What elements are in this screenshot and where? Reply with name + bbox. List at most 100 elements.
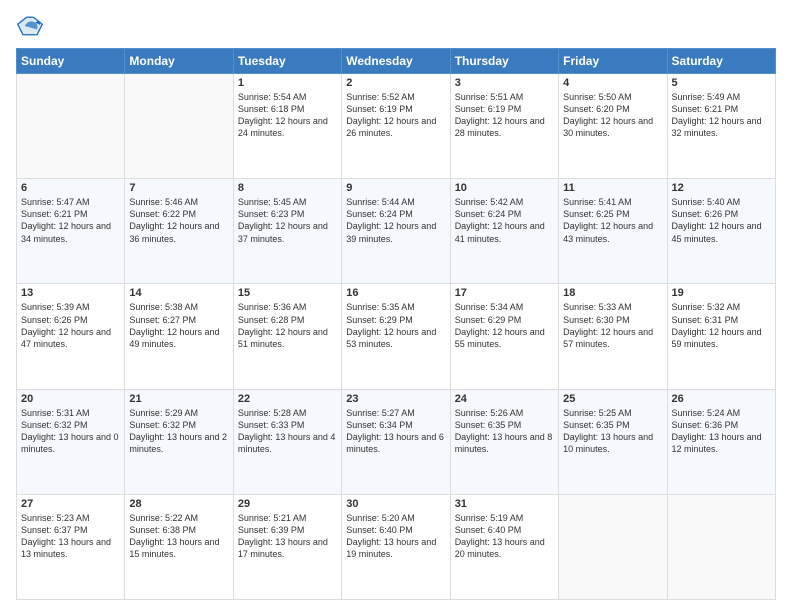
day-number: 30 — [346, 498, 445, 510]
day-info: Sunrise: 5:20 AM Sunset: 6:40 PM Dayligh… — [346, 512, 445, 561]
table-row: 26 Sunrise: 5:24 AM Sunset: 6:36 PM Dayli… — [667, 389, 775, 494]
table-row: 4 Sunrise: 5:50 AM Sunset: 6:20 PM Daylig… — [559, 74, 667, 179]
day-info: Sunrise: 5:40 AM Sunset: 6:26 PM Dayligh… — [672, 196, 771, 245]
day-number: 12 — [672, 182, 771, 194]
col-sunday: Sunday — [17, 49, 125, 74]
table-row: 21 Sunrise: 5:29 AM Sunset: 6:32 PM Dayli… — [125, 389, 233, 494]
table-row: 5 Sunrise: 5:49 AM Sunset: 6:21 PM Daylig… — [667, 74, 775, 179]
col-wednesday: Wednesday — [342, 49, 450, 74]
table-row — [125, 74, 233, 179]
logo-icon — [16, 12, 44, 40]
table-row: 27Sunrise: 5:23 AM Sunset: 6:37 PM Dayli… — [17, 494, 125, 599]
table-row: 16 Sunrise: 5:35 AM Sunset: 6:29 PM Dayli… — [342, 284, 450, 389]
day-info: Sunrise: 5:21 AM Sunset: 6:39 PM Dayligh… — [238, 512, 337, 561]
table-row — [667, 494, 775, 599]
day-info: Sunrise: 5:24 AM Sunset: 6:36 PM Dayligh… — [672, 407, 771, 456]
day-info: Sunrise: 5:28 AM Sunset: 6:33 PM Dayligh… — [238, 407, 337, 456]
day-number: 10 — [455, 182, 554, 194]
day-number: 11 — [563, 182, 662, 194]
table-row: 25 Sunrise: 5:25 AM Sunset: 6:35 PM Dayli… — [559, 389, 667, 494]
col-friday: Friday — [559, 49, 667, 74]
table-row: 14 Sunrise: 5:38 AM Sunset: 6:27 PM Dayli… — [125, 284, 233, 389]
day-number: 1 — [238, 77, 337, 89]
day-info: Sunrise: 5:27 AM Sunset: 6:34 PM Dayligh… — [346, 407, 445, 456]
day-info: Sunrise: 5:49 AM Sunset: 6:21 PM Dayligh… — [672, 91, 771, 140]
day-number: 29 — [238, 498, 337, 510]
day-number: 13 — [21, 287, 120, 299]
logo — [16, 12, 48, 40]
col-monday: Monday — [125, 49, 233, 74]
table-row: 10 Sunrise: 5:42 AM Sunset: 6:24 PM Dayli… — [450, 179, 558, 284]
day-number: 26 — [672, 393, 771, 405]
day-info: Sunrise: 5:19 AM Sunset: 6:40 PM Dayligh… — [455, 512, 554, 561]
table-row — [559, 494, 667, 599]
day-number: 25 — [563, 393, 662, 405]
table-row: 1 Sunrise: 5:54 AM Sunset: 6:18 PM Daylig… — [233, 74, 341, 179]
day-number: 15 — [238, 287, 337, 299]
day-number: 2 — [346, 77, 445, 89]
table-row: 24 Sunrise: 5:26 AM Sunset: 6:35 PM Dayli… — [450, 389, 558, 494]
day-number: 24 — [455, 393, 554, 405]
day-number: 27 — [21, 498, 120, 510]
calendar-week-row: 13 Sunrise: 5:39 AM Sunset: 6:26 PM Dayli… — [17, 284, 776, 389]
day-info: Sunrise: 5:25 AM Sunset: 6:35 PM Dayligh… — [563, 407, 662, 456]
header — [16, 12, 776, 40]
table-row: 22 Sunrise: 5:28 AM Sunset: 6:33 PM Dayli… — [233, 389, 341, 494]
table-row: 20Sunrise: 5:31 AM Sunset: 6:32 PM Dayli… — [17, 389, 125, 494]
day-number: 19 — [672, 287, 771, 299]
table-row: 31 Sunrise: 5:19 AM Sunset: 6:40 PM Dayli… — [450, 494, 558, 599]
day-info: Sunrise: 5:22 AM Sunset: 6:38 PM Dayligh… — [129, 512, 228, 561]
table-row: 8Sunrise: 5:45 AM Sunset: 6:23 PM Daylig… — [233, 179, 341, 284]
day-info: Sunrise: 5:35 AM Sunset: 6:29 PM Dayligh… — [346, 301, 445, 350]
day-number: 5 — [672, 77, 771, 89]
col-tuesday: Tuesday — [233, 49, 341, 74]
day-info: Sunrise: 5:46 AM Sunset: 6:22 PM Dayligh… — [129, 196, 228, 245]
col-saturday: Saturday — [667, 49, 775, 74]
calendar-week-row: 6Sunrise: 5:47 AM Sunset: 6:21 PM Daylig… — [17, 179, 776, 284]
table-row: 2 Sunrise: 5:52 AM Sunset: 6:19 PM Daylig… — [342, 74, 450, 179]
day-info: Sunrise: 5:54 AM Sunset: 6:18 PM Dayligh… — [238, 91, 337, 140]
day-number: 6 — [21, 182, 120, 194]
table-row: 30 Sunrise: 5:20 AM Sunset: 6:40 PM Dayli… — [342, 494, 450, 599]
calendar-week-row: 27Sunrise: 5:23 AM Sunset: 6:37 PM Dayli… — [17, 494, 776, 599]
col-thursday: Thursday — [450, 49, 558, 74]
table-row: 7 Sunrise: 5:46 AM Sunset: 6:22 PM Daylig… — [125, 179, 233, 284]
day-info: Sunrise: 5:52 AM Sunset: 6:19 PM Dayligh… — [346, 91, 445, 140]
table-row: 6Sunrise: 5:47 AM Sunset: 6:21 PM Daylig… — [17, 179, 125, 284]
day-info: Sunrise: 5:39 AM Sunset: 6:26 PM Dayligh… — [21, 301, 120, 350]
day-info: Sunrise: 5:33 AM Sunset: 6:30 PM Dayligh… — [563, 301, 662, 350]
day-number: 7 — [129, 182, 228, 194]
day-number: 18 — [563, 287, 662, 299]
table-row: 3Sunrise: 5:51 AM Sunset: 6:19 PM Daylig… — [450, 74, 558, 179]
table-row: 11 Sunrise: 5:41 AM Sunset: 6:25 PM Dayli… — [559, 179, 667, 284]
day-number: 22 — [238, 393, 337, 405]
day-number: 17 — [455, 287, 554, 299]
day-number: 4 — [563, 77, 662, 89]
day-info: Sunrise: 5:38 AM Sunset: 6:27 PM Dayligh… — [129, 301, 228, 350]
day-info: Sunrise: 5:44 AM Sunset: 6:24 PM Dayligh… — [346, 196, 445, 245]
day-info: Sunrise: 5:32 AM Sunset: 6:31 PM Dayligh… — [672, 301, 771, 350]
day-number: 3 — [455, 77, 554, 89]
day-info: Sunrise: 5:36 AM Sunset: 6:28 PM Dayligh… — [238, 301, 337, 350]
calendar-header-row: Sunday Monday Tuesday Wednesday Thursday… — [17, 49, 776, 74]
day-number: 8 — [238, 182, 337, 194]
day-info: Sunrise: 5:42 AM Sunset: 6:24 PM Dayligh… — [455, 196, 554, 245]
day-number: 28 — [129, 498, 228, 510]
table-row: 19 Sunrise: 5:32 AM Sunset: 6:31 PM Dayli… — [667, 284, 775, 389]
calendar-week-row: 20Sunrise: 5:31 AM Sunset: 6:32 PM Dayli… — [17, 389, 776, 494]
day-info: Sunrise: 5:41 AM Sunset: 6:25 PM Dayligh… — [563, 196, 662, 245]
day-info: Sunrise: 5:31 AM Sunset: 6:32 PM Dayligh… — [21, 407, 120, 456]
day-number: 16 — [346, 287, 445, 299]
day-info: Sunrise: 5:26 AM Sunset: 6:35 PM Dayligh… — [455, 407, 554, 456]
day-number: 23 — [346, 393, 445, 405]
table-row: 18 Sunrise: 5:33 AM Sunset: 6:30 PM Dayli… — [559, 284, 667, 389]
day-number: 14 — [129, 287, 228, 299]
table-row: 23 Sunrise: 5:27 AM Sunset: 6:34 PM Dayli… — [342, 389, 450, 494]
day-number: 31 — [455, 498, 554, 510]
calendar-week-row: 1 Sunrise: 5:54 AM Sunset: 6:18 PM Daylig… — [17, 74, 776, 179]
day-info: Sunrise: 5:29 AM Sunset: 6:32 PM Dayligh… — [129, 407, 228, 456]
table-row: 29 Sunrise: 5:21 AM Sunset: 6:39 PM Dayli… — [233, 494, 341, 599]
day-info: Sunrise: 5:50 AM Sunset: 6:20 PM Dayligh… — [563, 91, 662, 140]
day-number: 21 — [129, 393, 228, 405]
table-row: 13 Sunrise: 5:39 AM Sunset: 6:26 PM Dayli… — [17, 284, 125, 389]
